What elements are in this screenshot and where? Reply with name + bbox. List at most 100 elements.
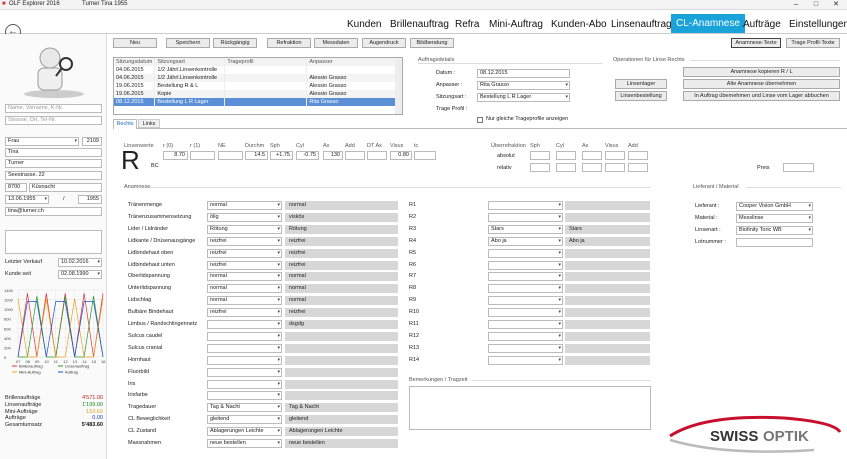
- email-field[interactable]: tina@turner.ch: [5, 207, 102, 216]
- anamnesis-select[interactable]: Ablagerungen Leichte ▾: [207, 427, 282, 437]
- r-select[interactable]: ▾: [488, 284, 563, 294]
- remarks-textarea[interactable]: [409, 386, 651, 430]
- over-rel-4[interactable]: [628, 163, 648, 172]
- r-text[interactable]: Abo ja: [565, 236, 650, 246]
- street-field[interactable]: Seestrasse. 22: [5, 171, 102, 180]
- over-abs-3[interactable]: [605, 151, 625, 160]
- r-select[interactable]: ▾: [488, 355, 563, 365]
- last-sale-date[interactable]: 10.02.2016 ▾: [58, 258, 102, 267]
- over-abs-0[interactable]: [530, 151, 550, 160]
- lens-value-0[interactable]: 8.70: [163, 151, 188, 160]
- r-text[interactable]: [565, 284, 650, 294]
- lastname-field[interactable]: Turner: [5, 159, 102, 168]
- nav-auftraege[interactable]: Aufträge: [743, 15, 781, 34]
- customer-since-date[interactable]: 02.08.1990 ▾: [58, 270, 102, 279]
- take-old-anamnesis-button[interactable]: Alte Anamnese übernehmen: [683, 79, 840, 89]
- r-text[interactable]: [565, 248, 650, 258]
- save-button[interactable]: Speichern: [166, 38, 210, 48]
- price-field[interactable]: [783, 163, 814, 172]
- over-rel-3[interactable]: [605, 163, 625, 172]
- same-profile-checkbox[interactable]: [477, 117, 483, 123]
- anamnesis-select[interactable]: normal ▾: [207, 284, 282, 294]
- undo-button[interactable]: Rückgängig: [213, 38, 257, 48]
- lens-value-4[interactable]: +1.75: [270, 151, 293, 160]
- close-icon[interactable]: ✕: [826, 0, 846, 10]
- fitter-select[interactable]: Rita Grasso ▾: [477, 81, 570, 90]
- col-fitter[interactable]: Anpasser: [306, 58, 397, 66]
- wear-profile-texts-button[interactable]: Trage Profil-Texte: [786, 38, 840, 48]
- table-row[interactable]: 08.12.2015 Bestellung L R Lager Rita Grass…: [114, 98, 397, 106]
- anamnesis-text[interactable]: [285, 331, 398, 341]
- anamnesis-text[interactable]: Tag & Nacht: [285, 403, 398, 413]
- anamnesis-select[interactable]: reizfrei ▾: [207, 248, 282, 258]
- nav-kunden-abo[interactable]: Kunden-Abo: [551, 15, 607, 34]
- anamnesis-select[interactable]: ölig ▾: [207, 212, 282, 222]
- r-text[interactable]: Stars: [565, 224, 650, 234]
- anamnesis-text[interactable]: [285, 379, 398, 389]
- sittings-table[interactable]: Sitzungsdatum Sitzungsart Trageprofil An…: [113, 57, 403, 115]
- anamnesis-select[interactable]: neue bestellen ▾: [207, 439, 282, 448]
- eye-pressure-button[interactable]: Augendruck: [362, 38, 406, 48]
- anamnesis-texts-button[interactable]: Anamnese-Texte: [731, 38, 781, 48]
- anamnesis-text[interactable]: Ablagerungen Leichte: [285, 427, 398, 437]
- date-field[interactable]: 08.12.2015: [477, 69, 570, 78]
- r-text[interactable]: [565, 260, 650, 270]
- tab-links[interactable]: Links: [138, 119, 160, 128]
- anamnesis-select[interactable]: ▾: [207, 343, 282, 353]
- lens-value-5[interactable]: -0.75: [296, 151, 319, 160]
- r-select[interactable]: ▾: [488, 248, 563, 258]
- lens-value-1[interactable]: [190, 151, 215, 160]
- city-field[interactable]: Küsnacht: [29, 183, 102, 192]
- anamnesis-select[interactable]: Rötung ▾: [207, 224, 282, 234]
- lens-order-button[interactable]: Linsenbestellung: [615, 91, 667, 101]
- r-select[interactable]: ▾: [488, 308, 563, 318]
- table-row[interactable]: 19.06.2015 Bestellung R & L Alessio Grasso: [114, 82, 397, 90]
- measurements-button[interactable]: Messdaten: [314, 38, 358, 48]
- customer-number[interactable]: 2109: [82, 137, 102, 146]
- anamnesis-text[interactable]: Rötung: [285, 224, 398, 234]
- anamnesis-select[interactable]: ▾: [207, 391, 282, 401]
- anamnesis-text[interactable]: reizfrei: [285, 308, 398, 318]
- lot-number-field[interactable]: [736, 238, 813, 247]
- table-row[interactable]: 04.06.2015 1/2 Jährl.Linsenkontrolle: [114, 66, 397, 74]
- r-text[interactable]: [565, 355, 650, 365]
- anamnesis-select[interactable]: ▾: [207, 331, 282, 341]
- lens-value-3[interactable]: 14.5: [245, 151, 268, 160]
- lens-value-9[interactable]: 0.80: [390, 151, 412, 160]
- anamnesis-text[interactable]: [285, 367, 398, 377]
- over-rel-0[interactable]: [530, 163, 550, 172]
- tab-rechts[interactable]: Rechts: [113, 119, 137, 129]
- table-row[interactable]: 19.06.2015 Kopie Alessio Grasso: [114, 90, 397, 98]
- r-text[interactable]: [565, 272, 650, 282]
- lens-value-10[interactable]: [414, 151, 436, 160]
- r-select[interactable]: ▾: [488, 343, 563, 353]
- r-text[interactable]: [565, 308, 650, 318]
- customer-notes[interactable]: [5, 230, 102, 254]
- minimize-icon[interactable]: –: [786, 0, 806, 10]
- anamnesis-text[interactable]: normal: [285, 201, 398, 210]
- anamnesis-text[interactable]: reizfrei: [285, 248, 398, 258]
- over-abs-1[interactable]: [556, 151, 576, 160]
- anamnesis-select[interactable]: reizfrei ▾: [207, 236, 282, 246]
- anamnesis-text[interactable]: neue bestellen: [285, 439, 398, 448]
- anamnesis-text[interactable]: [285, 355, 398, 365]
- new-button[interactable]: Neu: [113, 38, 157, 48]
- anamnesis-text[interactable]: [285, 343, 398, 353]
- lens-value-8[interactable]: [367, 151, 387, 160]
- r-select[interactable]: ▾: [488, 201, 563, 210]
- anamnesis-select[interactable]: normal ▾: [207, 201, 282, 210]
- birth-year-field[interactable]: 1955: [78, 195, 102, 204]
- maximize-icon[interactable]: □: [806, 0, 826, 10]
- nav-einstellungen[interactable]: Einstellungen: [789, 15, 847, 34]
- lens-value-6[interactable]: 130: [323, 151, 343, 160]
- anamnesis-text[interactable]: normal: [285, 296, 398, 306]
- r-select[interactable]: Stars ▾: [488, 224, 563, 234]
- nav-kunden[interactable]: Kunden: [347, 15, 381, 34]
- firstname-field[interactable]: Tina: [5, 148, 102, 157]
- r-select[interactable]: ▾: [488, 260, 563, 270]
- table-row[interactable]: 04.06.2015 1/2 Jährl.Linsenkontrolle Aless…: [114, 74, 397, 82]
- nav-refra[interactable]: Refra: [455, 15, 479, 34]
- image-consulting-button[interactable]: Bildberatung: [410, 38, 454, 48]
- nav-mini-auftrag[interactable]: Mini-Auftrag: [489, 15, 543, 34]
- nav-linsenauftrag[interactable]: Linsenauftrag: [611, 15, 672, 34]
